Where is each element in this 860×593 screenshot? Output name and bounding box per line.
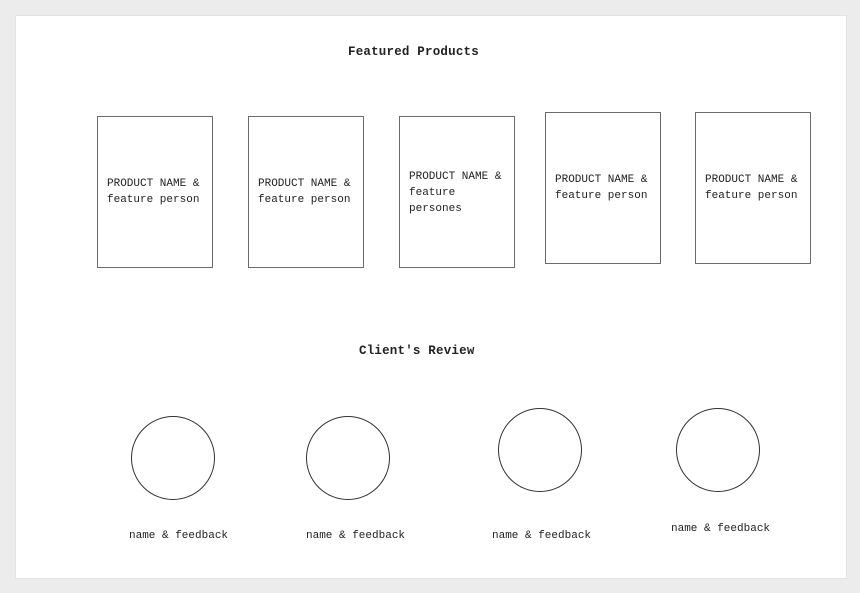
product-card-5[interactable]: PRODUCT NAME & feature person	[695, 112, 811, 264]
wireframe-canvas	[15, 15, 847, 579]
featured-products-title: Featured Products	[348, 45, 479, 59]
product-card-3[interactable]: PRODUCT NAME & feature persones	[399, 116, 515, 268]
product-label: PRODUCT NAME & feature person	[107, 178, 200, 206]
client-review-title: Client's Review	[359, 344, 475, 358]
review-text-3: name & feedback	[492, 530, 592, 542]
reviewer-avatar-3	[498, 408, 582, 492]
product-card-2[interactable]: PRODUCT NAME & feature person	[248, 116, 364, 268]
product-label: PRODUCT NAME & feature person	[555, 174, 648, 202]
product-label: PRODUCT NAME & feature person	[258, 178, 351, 206]
reviewer-avatar-4	[676, 408, 760, 492]
product-card-4[interactable]: PRODUCT NAME & feature person	[545, 112, 661, 264]
product-label: PRODUCT NAME & feature person	[705, 174, 798, 202]
product-label: PRODUCT NAME & feature persones	[409, 171, 502, 215]
review-text-1: name & feedback	[129, 530, 229, 542]
reviewer-avatar-1	[131, 416, 215, 500]
review-text-2: name & feedback	[306, 530, 406, 542]
reviewer-avatar-2	[306, 416, 390, 500]
product-card-1[interactable]: PRODUCT NAME & feature person	[97, 116, 213, 268]
review-text-4: name & feedback	[671, 523, 771, 535]
